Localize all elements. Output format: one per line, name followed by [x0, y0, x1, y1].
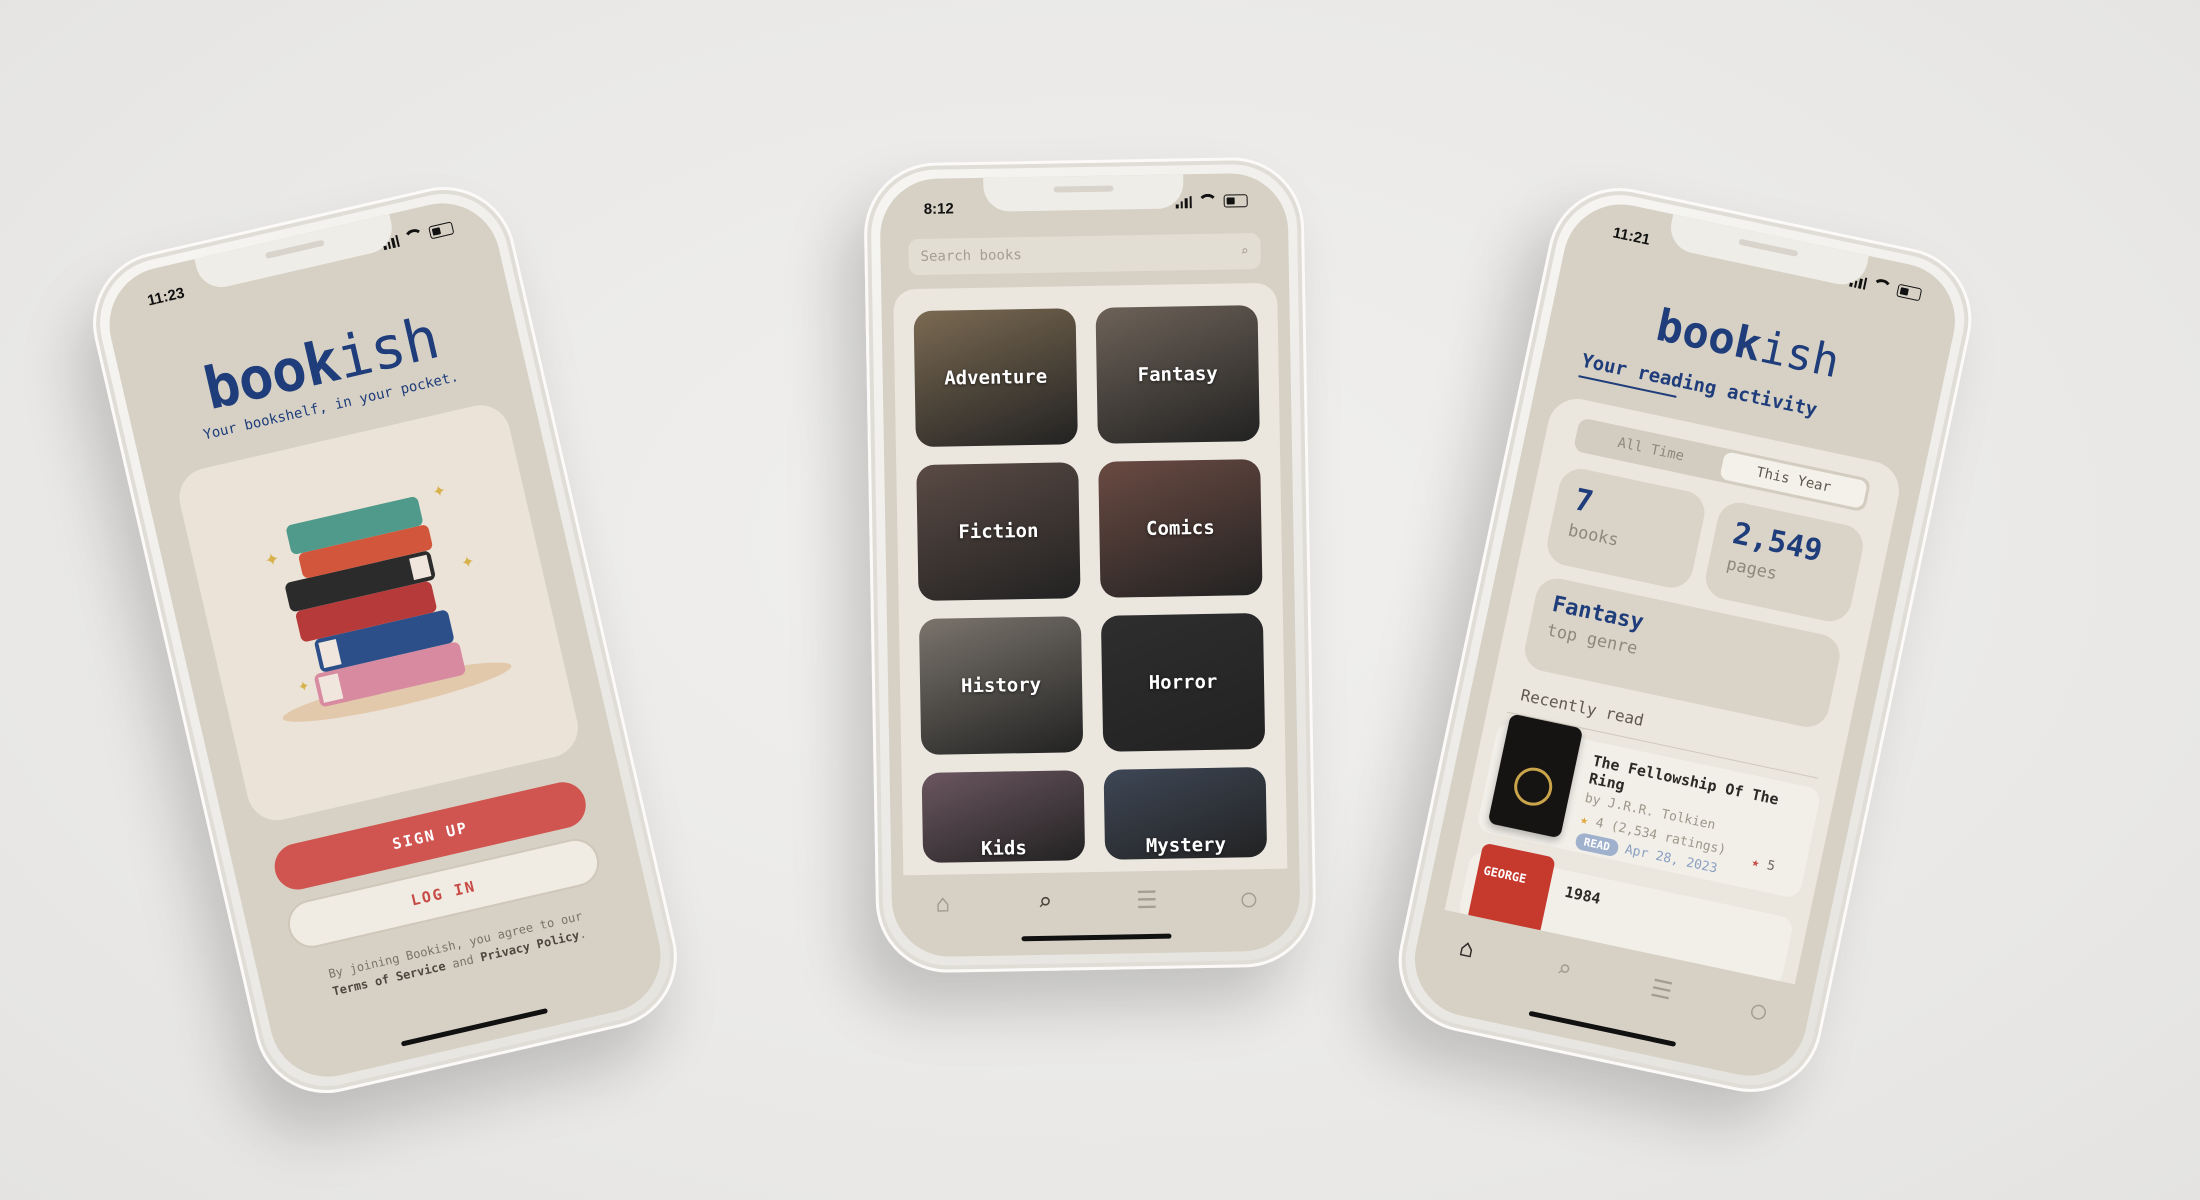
status-icons: [1849, 273, 1923, 302]
battery-icon: [428, 221, 455, 240]
status-icons: [381, 220, 455, 251]
genre-label: History: [960, 673, 1042, 698]
status-icons: [1175, 193, 1248, 209]
genre-label: Fantasy: [1137, 362, 1218, 387]
tab-bar: ⌂ ⌕ ☰ ◯: [891, 868, 1301, 958]
books-stat: 7 books: [1543, 464, 1709, 592]
search-icon: ⌕: [1240, 243, 1249, 259]
genre-tile-horror[interactable]: Horror: [1100, 612, 1266, 752]
books-illustration: ✦ ✦ ✦ ✦: [173, 399, 584, 827]
genre-tile-history[interactable]: History: [918, 616, 1084, 755]
home-indicator[interactable]: [400, 1008, 549, 1047]
signal-icon: [382, 234, 400, 251]
search-input[interactable]: Search books ⌕: [908, 232, 1261, 276]
genre-label: Kids: [980, 837, 1027, 860]
status-time: 8:12: [923, 200, 954, 218]
books-icon[interactable]: ☰: [1132, 885, 1163, 916]
genre-tile-fiction[interactable]: Fiction: [916, 462, 1081, 601]
search-placeholder: Search books: [920, 247, 1022, 265]
genre-tile-fantasy[interactable]: Fantasy: [1095, 305, 1260, 444]
profile-icon[interactable]: ◯: [1234, 883, 1265, 914]
phone-browse: 8:12 Search books ⌕ Adventure Fantasy Fi…: [862, 156, 1318, 974]
segment-this-year[interactable]: This Year: [1719, 451, 1868, 509]
genre-tile-kids[interactable]: Kids: [921, 770, 1086, 863]
genre-label: Fiction: [958, 519, 1039, 544]
genre-grid: Adventure Fantasy Fiction Comics History…: [913, 305, 1268, 863]
status-badge: READ: [1574, 831, 1620, 858]
status-time: 11:21: [1611, 224, 1652, 249]
genre-tile-mystery[interactable]: Mystery: [1103, 766, 1268, 860]
activity-screen: 11:21 bookish Your reading activity All …: [1404, 193, 1966, 1087]
genre-label: Mystery: [1145, 833, 1227, 858]
svg-text:✦: ✦: [296, 678, 311, 696]
profile-icon[interactable]: ◯: [1741, 993, 1777, 1029]
legal-and: and: [450, 952, 476, 971]
search-icon[interactable]: ⌕: [1030, 887, 1061, 918]
cover-text: GEORGE: [1482, 863, 1528, 887]
svg-text:✦: ✦: [459, 551, 476, 573]
search-icon[interactable]: ⌕: [1546, 951, 1582, 987]
book-title: 1984: [1563, 882, 1603, 908]
star-icon: ★: [1750, 854, 1761, 872]
genre-sheet: Adventure Fantasy Fiction Comics History…: [893, 282, 1288, 898]
battery-icon: [1223, 194, 1248, 208]
genre-label: Comics: [1145, 516, 1215, 541]
segment-all-time[interactable]: All Time: [1576, 421, 1725, 479]
wifi-icon: [402, 227, 426, 246]
phone-welcome: 11:23 bookish Your bookshelf, in your po…: [78, 172, 692, 1108]
pages-stat: 2,549 pages: [1701, 498, 1867, 626]
genre-tile-adventure[interactable]: Adventure: [913, 308, 1078, 448]
my-rating: ★ 5: [1750, 855, 1776, 875]
rating-value: 4: [1594, 815, 1605, 832]
book-cover: [1487, 713, 1584, 839]
status-time: 11:23: [145, 284, 187, 310]
book-stack-icon: ✦ ✦ ✦ ✦: [263, 480, 512, 722]
logo-light: ish: [1755, 321, 1844, 389]
ring-icon: [1510, 764, 1556, 810]
welcome-screen: 11:23 bookish Your bookshelf, in your po…: [97, 191, 673, 1089]
star-icon: ★: [1578, 812, 1590, 829]
wifi-icon: [1197, 193, 1218, 209]
svg-text:✦: ✦: [263, 548, 282, 572]
signal-icon: [1175, 196, 1192, 209]
notch: [194, 214, 397, 293]
genre-label: Horror: [1148, 670, 1218, 694]
svg-text:✦: ✦: [430, 480, 447, 502]
genre-tile-comics[interactable]: Comics: [1098, 459, 1263, 598]
genre-label: Adventure: [944, 365, 1048, 390]
logo-bold: book: [1651, 299, 1767, 372]
signal-icon: [1849, 275, 1868, 290]
battery-icon: [1896, 283, 1923, 302]
books-icon[interactable]: ☰: [1644, 972, 1680, 1008]
notch: [1666, 214, 1869, 290]
home-icon[interactable]: ⌂: [928, 888, 959, 919]
my-rating-value: 5: [1765, 858, 1777, 875]
browse-screen: 8:12 Search books ⌕ Adventure Fantasy Fi…: [879, 172, 1301, 958]
notch: [983, 174, 1184, 212]
wifi-icon: [1870, 277, 1894, 296]
home-icon[interactable]: ⌂: [1449, 931, 1485, 967]
phone-activity: 11:21 bookish Your reading activity All …: [1385, 174, 1985, 1106]
